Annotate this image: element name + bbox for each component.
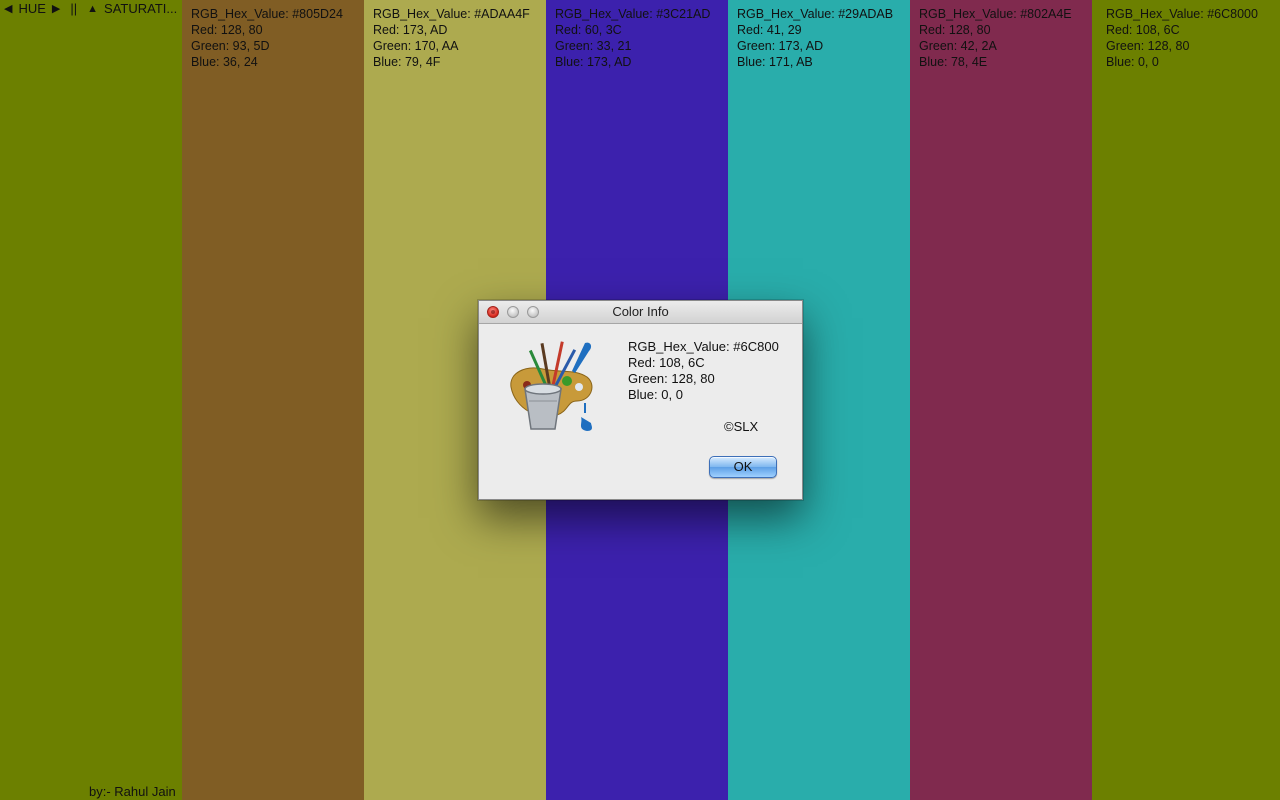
color-info-block: RGB_Hex_Value: #3C21AD Red: 60, 3C Green…	[555, 6, 710, 70]
blue-value-text: Blue: 78, 4E	[919, 55, 988, 69]
color-strips-stage: ◀ HUE ▶ || ▲ SATURATI... by:- Rahul Jain…	[0, 0, 1280, 800]
color-strip-0[interactable]: ◀ HUE ▶ || ▲ SATURATI... by:- Rahul Jain	[0, 0, 182, 800]
dialog-red-value-text: Red: 108, 6C	[628, 355, 705, 370]
color-info-dialog: Color Info RGB_Hex_Value: #6C800 Red: 10	[478, 300, 803, 500]
hue-previous-arrow-icon[interactable]: ◀	[4, 2, 12, 15]
dialog-hex-value-text: RGB_Hex_Value: #6C800	[628, 339, 779, 354]
blue-value-text: Blue: 171, AB	[737, 55, 813, 69]
red-value-text: Red: 108, 6C	[1106, 23, 1180, 37]
color-info-block: RGB_Hex_Value: #29ADAB Red: 41, 29 Green…	[737, 6, 893, 70]
hue-next-arrow-icon[interactable]: ▶	[52, 2, 60, 15]
red-value-text: Red: 41, 29	[737, 23, 802, 37]
red-value-text: Red: 173, AD	[373, 23, 448, 37]
dialog-title: Color Info	[612, 304, 669, 319]
blue-value-text: Blue: 173, AD	[555, 55, 632, 69]
color-info-block: RGB_Hex_Value: #802A4E Red: 128, 80 Gree…	[919, 6, 1072, 70]
green-value-text: Green: 170, AA	[373, 39, 459, 53]
color-strip-6[interactable]: RGB_Hex_Value: #6C8000 Red: 108, 6C Gree…	[1092, 0, 1280, 800]
hex-value-text: RGB_Hex_Value: #3C21AD	[555, 7, 711, 21]
toolbar-separator: ||	[70, 1, 78, 16]
copyright-text: ©SLX	[724, 419, 759, 434]
green-value-text: Green: 33, 21	[555, 39, 632, 53]
blue-value-text: Blue: 0, 0	[1106, 55, 1159, 69]
dialog-green-value-text: Green: 128, 80	[628, 371, 715, 386]
green-value-text: Green: 173, AD	[737, 39, 824, 53]
green-value-text: Green: 128, 80	[1106, 39, 1190, 53]
saturation-up-arrow-icon[interactable]: ▲	[87, 3, 98, 15]
color-info-block: RGB_Hex_Value: #ADAA4F Red: 173, AD Gree…	[373, 6, 530, 70]
dialog-color-info: RGB_Hex_Value: #6C800 Red: 108, 6C Green…	[628, 339, 779, 403]
toolbar: ◀ HUE ▶ || ▲ SATURATI...	[4, 1, 177, 16]
hex-value-text: RGB_Hex_Value: #6C8000	[1106, 7, 1258, 21]
red-value-text: Red: 60, 3C	[555, 23, 622, 37]
hex-value-text: RGB_Hex_Value: #ADAA4F	[373, 7, 530, 21]
ok-button[interactable]: OK	[709, 456, 777, 478]
hex-value-text: RGB_Hex_Value: #29ADAB	[737, 7, 894, 21]
hex-value-text: RGB_Hex_Value: #802A4E	[919, 7, 1072, 21]
color-info-block: RGB_Hex_Value: #6C8000 Red: 108, 6C Gree…	[1106, 6, 1258, 70]
paint-bucket-palette-icon	[510, 341, 593, 431]
red-value-text: Red: 128, 80	[191, 23, 263, 37]
color-strip-5[interactable]: RGB_Hex_Value: #802A4E Red: 128, 80 Gree…	[910, 0, 1092, 800]
hex-value-text: RGB_Hex_Value: #805D24	[191, 7, 343, 21]
green-value-text: Green: 93, 5D	[191, 39, 270, 53]
blue-value-text: Blue: 36, 24	[191, 55, 258, 69]
hue-label[interactable]: HUE	[18, 1, 45, 16]
red-value-text: Red: 128, 80	[919, 23, 991, 37]
saturation-label[interactable]: SATURATI...	[104, 1, 177, 16]
color-info-block: RGB_Hex_Value: #805D24 Red: 128, 80 Gree…	[191, 6, 343, 70]
blue-value-text: Blue: 79, 4F	[373, 55, 441, 69]
green-value-text: Green: 42, 2A	[919, 39, 997, 53]
color-strip-1[interactable]: RGB_Hex_Value: #805D24 Red: 128, 80 Gree…	[182, 0, 364, 800]
author-credit: by:- Rahul Jain	[89, 784, 176, 799]
dialog-titlebar[interactable]: Color Info	[479, 301, 802, 324]
dialog-blue-value-text: Blue: 0, 0	[628, 387, 683, 402]
